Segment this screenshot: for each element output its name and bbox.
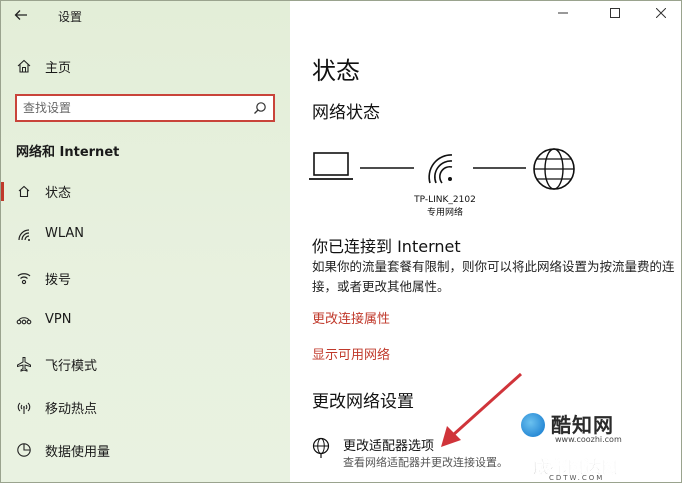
section-title: 网络和 Internet [16, 145, 120, 160]
show-available-networks-link[interactable]: 显示可用网络 [312, 344, 390, 363]
network-adapter-icon [312, 437, 330, 458]
sidebar-item-label: VPN [45, 312, 72, 327]
sidebar-item-hotspot[interactable]: 移动热点 [1, 392, 290, 422]
sidebar-item-airplane-mode[interactable]: 飞行模式 [1, 349, 290, 379]
laptop-icon [309, 152, 353, 180]
connected-description: 如果你的流量套餐有限制，则你可以将此网络设置为按流量费的连接，或者更改其他属性。 [312, 259, 675, 294]
sidebar-item-label: 拨号 [45, 273, 72, 288]
sidebar-item-wlan[interactable]: WLAN [1, 220, 290, 250]
globe-icon [533, 148, 575, 190]
back-arrow-icon [14, 10, 27, 20]
page-title: 状态 [312, 57, 360, 85]
network-status-heading: 网络状态 [312, 103, 380, 123]
hotspot-icon [17, 402, 31, 414]
watermark-coozhi: 酷知网 www.coozhi.com [513, 409, 678, 449]
coozhi-logo-icon [521, 413, 545, 437]
app-title: 设置 [58, 10, 83, 24]
minimize-button[interactable] [543, 1, 583, 29]
sidebar-item-home[interactable]: 主页 [1, 51, 290, 81]
change-network-settings-heading: 更改网络设置 [312, 392, 414, 412]
adapter-options-title: 更改适配器选项 [343, 439, 435, 454]
search-box[interactable] [15, 94, 275, 122]
sidebar-item-data-usage[interactable]: 数据使用量 [1, 435, 290, 465]
sidebar-item-dialup[interactable]: 拨号 [1, 263, 290, 293]
sidebar-item-label: 主页 [45, 61, 72, 76]
airplane-icon [17, 357, 31, 372]
home-status-icon [18, 185, 30, 198]
settings-window: 设置 主页 网络和 Internet 状态 [0, 0, 682, 483]
wifi-icon [18, 229, 30, 241]
back-button[interactable] [13, 7, 33, 25]
sidebar-item-vpn[interactable]: VPN [1, 306, 290, 336]
window-controls [543, 1, 681, 31]
active-indicator [1, 182, 4, 201]
connected-status-title: 你已连接到 Internet [312, 237, 461, 256]
search-icon[interactable] [253, 101, 267, 115]
minimize-icon [558, 12, 568, 14]
watermark-cdtw: 成都网达网 CDTW.COM [533, 458, 619, 482]
home-icon [17, 59, 31, 73]
network-name: TP-LINK_2102 专用网络 [414, 195, 476, 218]
sidebar: 设置 主页 网络和 Internet 状态 [1, 1, 290, 482]
vpn-icon [16, 317, 32, 325]
sidebar-item-label: WLAN [45, 226, 85, 241]
title-bar: 设置 [1, 1, 290, 31]
wifi-signal-icon [428, 154, 453, 184]
sidebar-item-status[interactable]: 状态 [1, 176, 290, 206]
search-input[interactable] [23, 99, 243, 117]
dialup-icon [17, 273, 31, 285]
sidebar-item-label: 状态 [45, 186, 72, 201]
sidebar-item-label: 移动热点 [45, 402, 98, 417]
close-button[interactable] [641, 1, 681, 29]
sidebar-item-label: 飞行模式 [45, 359, 98, 374]
data-usage-icon [17, 443, 31, 457]
adapter-options-description: 查看网络适配器并更改连接设置。 [343, 456, 508, 469]
change-connection-properties-link[interactable]: 更改连接属性 [312, 308, 390, 327]
close-icon [655, 7, 667, 19]
sidebar-item-label: 数据使用量 [45, 445, 111, 460]
maximize-icon [610, 8, 620, 18]
maximize-button[interactable] [595, 1, 635, 29]
